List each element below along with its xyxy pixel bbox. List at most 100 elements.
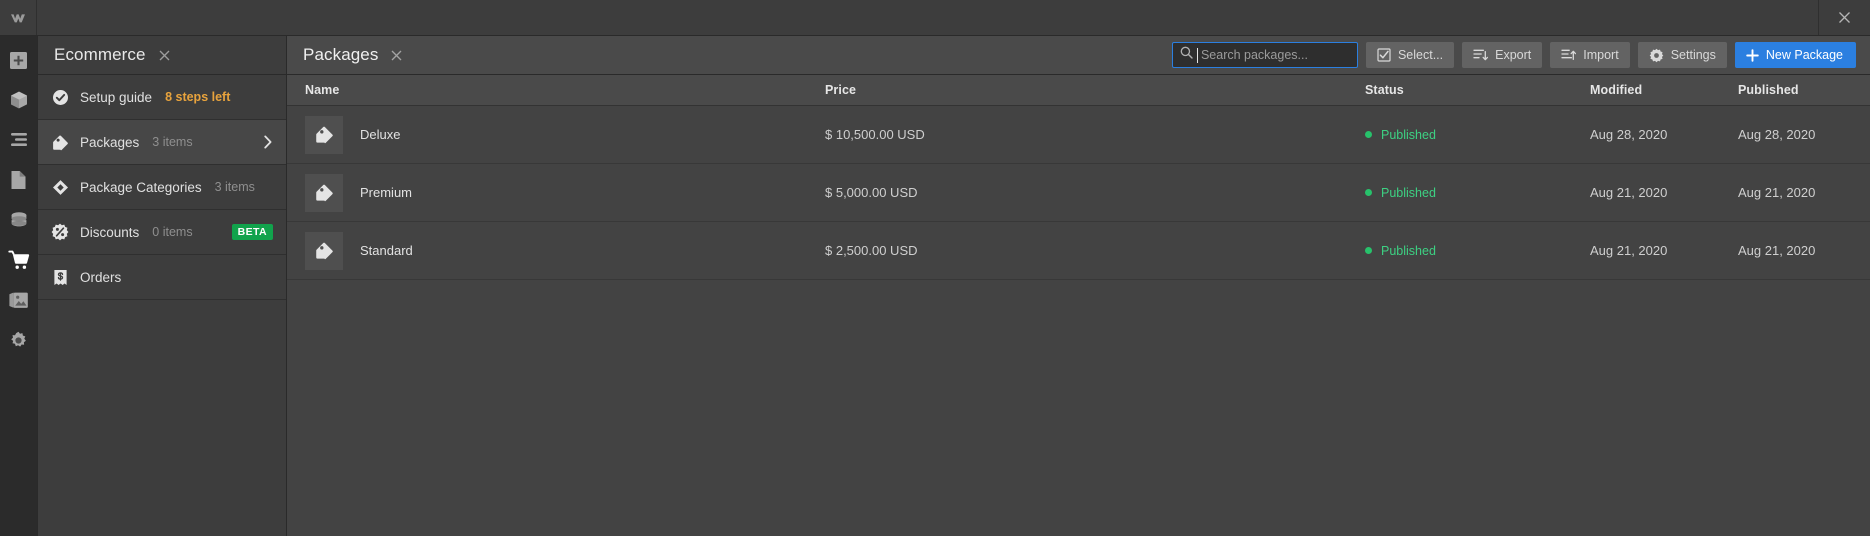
rail-item-components[interactable]: [0, 80, 37, 120]
import-up-icon: [1561, 48, 1576, 62]
search-input[interactable]: Search packages...: [1172, 42, 1358, 68]
export-button[interactable]: Export: [1462, 42, 1542, 68]
row-status-label: Published: [1381, 186, 1436, 200]
column-header-price[interactable]: Price: [807, 81, 1347, 99]
column-header-modified[interactable]: Modified: [1572, 81, 1720, 99]
page-title: Packages: [303, 45, 378, 65]
cell-status: Published: [1347, 186, 1572, 200]
cell-price: $ 2,500.00 USD: [807, 242, 1347, 260]
cell-name: Premium: [287, 174, 807, 212]
window-close-button[interactable]: [1818, 0, 1870, 35]
close-icon[interactable]: [390, 49, 403, 62]
select-button-label: Select...: [1398, 48, 1443, 62]
check-circle-icon: [51, 89, 69, 106]
main-toolbar: Search packages... Select...: [1172, 42, 1856, 68]
cell-modified: Aug 21, 2020: [1572, 184, 1720, 202]
sidepanel-empty-area: [38, 300, 286, 536]
row-status-label: Published: [1381, 128, 1436, 142]
text-caret: [1197, 48, 1198, 63]
rail-item-navigator[interactable]: [0, 120, 37, 160]
row-published-label: Aug 21, 2020: [1738, 243, 1815, 258]
table-row[interactable]: Premium $ 5,000.00 USD Published Aug 21,…: [287, 164, 1870, 222]
table-row[interactable]: Deluxe $ 10,500.00 USD Published Aug 28,…: [287, 106, 1870, 164]
receipt-icon: [51, 269, 69, 286]
sidebar-item-discounts[interactable]: Discounts 0 items BETA: [38, 210, 286, 255]
column-header-status[interactable]: Status: [1347, 83, 1572, 97]
cell-name: Standard: [287, 232, 807, 270]
cell-price: $ 5,000.00 USD: [807, 184, 1347, 202]
table-row[interactable]: Standard $ 2,500.00 USD Published Aug 21…: [287, 222, 1870, 280]
settings-button-label: Settings: [1671, 48, 1716, 62]
cell-price: $ 10,500.00 USD: [807, 126, 1347, 144]
cell-published: Aug 21, 2020: [1720, 184, 1870, 202]
import-button-label: Import: [1583, 48, 1618, 62]
sidebar-item-count: 3 items: [215, 180, 255, 194]
row-modified-label: Aug 21, 2020: [1590, 243, 1667, 258]
chevron-right-icon[interactable]: [263, 135, 273, 149]
webflow-logo-icon[interactable]: [0, 0, 37, 35]
titlebar-drag-region: [37, 0, 1818, 35]
sidebar-item-setup-guide[interactable]: Setup guide 8 steps left: [38, 75, 286, 120]
sidebar-item-package-categories[interactable]: Package Categories 3 items: [38, 165, 286, 210]
row-price-label: $ 2,500.00 USD: [825, 243, 918, 258]
status-dot-icon: [1365, 189, 1372, 196]
table-empty-area: [287, 280, 1870, 536]
discount-badge-icon: [51, 223, 69, 241]
rail-item-settings[interactable]: [0, 320, 37, 360]
column-header-published[interactable]: Published: [1720, 81, 1870, 99]
sidebar-item-label: Packages: [80, 135, 139, 150]
status-dot-icon: [1365, 247, 1372, 254]
status-badge: BETA: [232, 224, 273, 241]
sidebar-item-label: Discounts: [80, 225, 139, 240]
settings-button[interactable]: Settings: [1638, 42, 1727, 68]
search-icon: [1180, 46, 1193, 64]
left-icon-rail: [0, 36, 37, 536]
row-published-label: Aug 21, 2020: [1738, 185, 1815, 200]
cell-modified: Aug 21, 2020: [1572, 242, 1720, 260]
rail-item-pages[interactable]: [0, 160, 37, 200]
rail-item-cms[interactable]: [0, 200, 37, 240]
gear-icon: [1649, 48, 1664, 63]
sidebar-item-packages[interactable]: Packages 3 items: [38, 120, 286, 165]
export-down-icon: [1473, 48, 1488, 62]
column-label: Name: [305, 83, 339, 97]
row-status-label: Published: [1381, 244, 1436, 258]
sidepanel-header: Ecommerce: [38, 36, 286, 75]
rail-item-ecommerce[interactable]: [0, 240, 37, 280]
select-button[interactable]: Select...: [1366, 42, 1454, 68]
export-button-label: Export: [1495, 48, 1531, 62]
new-package-button[interactable]: New Package: [1735, 42, 1856, 68]
cell-published: Aug 28, 2020: [1720, 126, 1870, 144]
rail-item-assets[interactable]: [0, 280, 37, 320]
cell-status: Published: [1347, 244, 1572, 258]
main-panel-header: Packages: [287, 36, 1870, 75]
cell-name: Deluxe: [287, 116, 807, 154]
column-label: Status: [1365, 83, 1404, 97]
sidebar-item-orders[interactable]: Orders: [38, 255, 286, 300]
tag-icon: [51, 134, 69, 151]
tag-icon: [305, 116, 343, 154]
row-name-label: Standard: [360, 243, 413, 258]
packages-table: Name Price Status Modified Published: [287, 75, 1870, 536]
tag-icon: [305, 174, 343, 212]
import-button[interactable]: Import: [1550, 42, 1629, 68]
row-price-label: $ 10,500.00 USD: [825, 127, 925, 142]
table-header-row: Name Price Status Modified Published: [287, 75, 1870, 106]
checkbox-checked-icon: [1377, 48, 1391, 62]
column-header-name[interactable]: Name: [287, 83, 807, 97]
row-modified-label: Aug 28, 2020: [1590, 127, 1667, 142]
new-package-button-label: New Package: [1766, 48, 1843, 62]
row-name-label: Premium: [360, 185, 412, 200]
main-panel: Packages: [287, 36, 1870, 536]
column-label: Price: [825, 83, 856, 97]
row-published-label: Aug 28, 2020: [1738, 127, 1815, 142]
sidebar-item-label: Setup guide: [80, 90, 152, 105]
rail-item-add-element[interactable]: [0, 40, 37, 80]
sidebar-item-count: 0 items: [152, 225, 192, 239]
close-icon[interactable]: [158, 49, 171, 62]
tag-icon: [305, 232, 343, 270]
sidebar-item-steps: 8 steps left: [165, 90, 230, 104]
sidebar-item-count: 3 items: [152, 135, 192, 149]
row-name-label: Deluxe: [360, 127, 400, 142]
search-placeholder: Search packages...: [1199, 48, 1308, 62]
